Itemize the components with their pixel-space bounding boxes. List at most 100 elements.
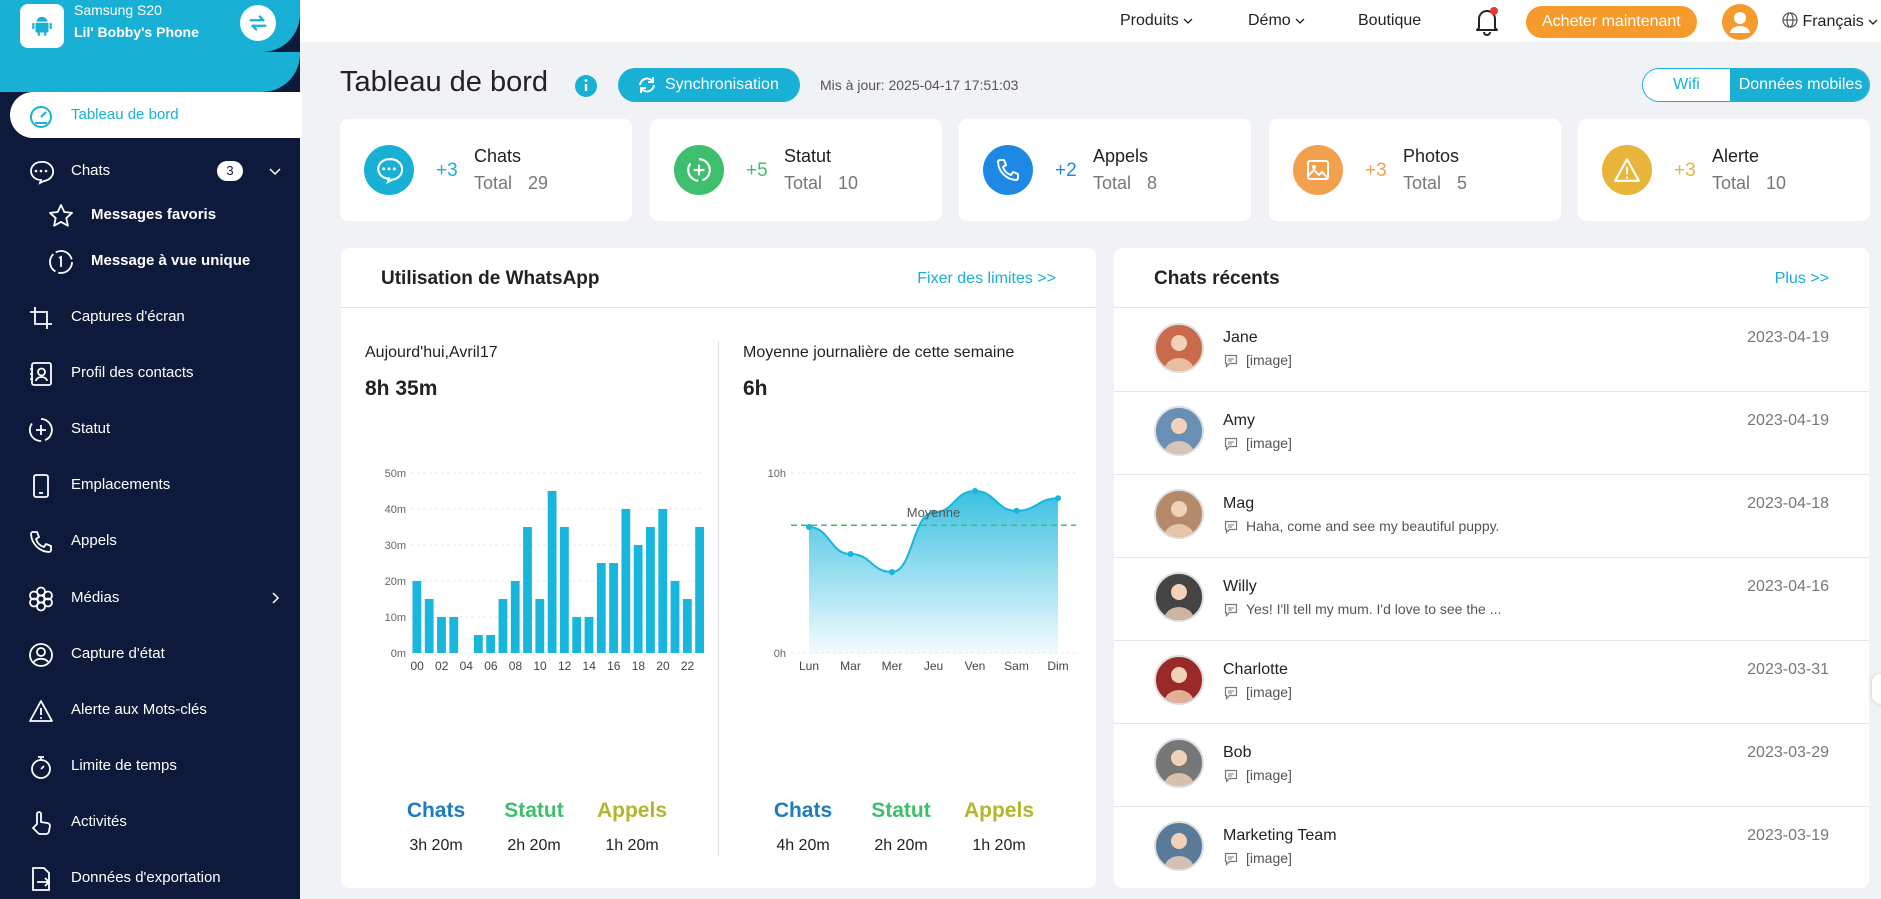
sidebar-item-locations[interactable]: Emplacements	[0, 462, 300, 508]
sidebar-item-dashboard[interactable]: Tableau de bord	[0, 92, 300, 138]
bar	[486, 635, 496, 653]
message-icon	[1224, 769, 1238, 783]
stat-card-status[interactable]: +5 Statut Total 10	[650, 119, 942, 221]
nav-shop[interactable]: Boutique	[1358, 12, 1421, 30]
contact-name: Jane	[1223, 329, 1258, 346]
nav-products[interactable]: Produits	[1120, 12, 1193, 30]
recent-chat-row[interactable]: Marketing Team [image] 2023-03-19	[1114, 807, 1869, 888]
info-icon[interactable]	[574, 74, 598, 98]
sidebar-item-keyword-alert[interactable]: Alerte aux Mots-clés	[0, 687, 300, 733]
recent-chat-row[interactable]: Willy Yes! I'll tell my mum. I'd love to …	[1114, 558, 1869, 641]
stat-card-photos[interactable]: +3 Photos Total 5	[1269, 119, 1561, 221]
data-point	[1055, 495, 1061, 502]
sidebar-item-view-once[interactable]: Message à vue unique	[0, 241, 300, 281]
stat-total-value: 5	[1457, 173, 1468, 193]
sidebar-item-media[interactable]: Médias	[0, 575, 300, 621]
last-message: [image]	[1246, 684, 1292, 700]
stat-card-chats[interactable]: +3 Chats Total 29	[340, 119, 632, 221]
stat-total-label: Total	[1093, 173, 1132, 193]
switch-device-icon[interactable]	[240, 5, 276, 41]
notification-bell-icon[interactable]	[1474, 6, 1500, 36]
x-tick-label: 12	[558, 659, 572, 673]
network-toggle: Wifi Données mobiles	[1642, 68, 1870, 102]
recent-chat-row[interactable]: Amy [image] 2023-04-19	[1114, 392, 1869, 475]
avatar	[1154, 572, 1204, 622]
bar	[658, 509, 668, 653]
device-header-strip	[0, 52, 300, 92]
more-link[interactable]: Plus >>	[1775, 270, 1829, 288]
status-icon	[29, 418, 53, 442]
message-date: 2023-03-29	[1747, 744, 1829, 761]
x-tick-label: Jeu	[924, 659, 943, 673]
last-message: Yes! I'll tell my mum. I'd love to see t…	[1246, 601, 1502, 617]
recent-chat-row[interactable]: Mag Haha, come and see my beautiful puppy…	[1114, 475, 1869, 558]
stat-total-label: Total	[784, 173, 823, 193]
wifi-option[interactable]: Wifi	[1643, 69, 1730, 101]
sidebar-item-activities[interactable]: Activités	[0, 799, 300, 845]
bar	[535, 599, 545, 653]
nav-demo[interactable]: Démo	[1248, 12, 1305, 30]
stat-card-calls[interactable]: +2 Appels Total 8	[959, 119, 1251, 221]
mobile-data-option[interactable]: Données mobiles	[1730, 69, 1869, 101]
bar	[547, 491, 557, 653]
sidebar-item-chats[interactable]: Chats 3	[0, 148, 300, 194]
stat-name: Appels	[1093, 146, 1149, 166]
buy-now-button[interactable]: Acheter maintenant	[1526, 6, 1697, 38]
chevron-right-icon[interactable]	[268, 591, 282, 605]
panel-title: Utilisation de WhatsApp	[381, 268, 600, 289]
last-message: [image]	[1246, 767, 1292, 783]
language-selector[interactable]: Français	[1782, 12, 1878, 31]
set-limits-link[interactable]: Fixer des limites >>	[917, 270, 1056, 288]
stat-delta: +3	[1365, 160, 1387, 181]
sync-button[interactable]: Synchronisation	[618, 68, 800, 102]
recent-chat-row[interactable]: Bob [image] 2023-03-29	[1114, 724, 1869, 807]
last-message: Haha, come and see my beautiful puppy.	[1246, 518, 1500, 534]
bar	[412, 581, 422, 653]
image-icon	[1293, 145, 1343, 195]
user-avatar-icon[interactable]	[1722, 4, 1758, 40]
bar	[596, 563, 606, 653]
message-icon	[1224, 437, 1238, 451]
contact-name: Amy	[1223, 412, 1255, 429]
x-tick-label: Dim	[1047, 659, 1068, 673]
sidebar-item-favorites[interactable]: Messages favoris	[0, 195, 300, 235]
sidebar-item-state-capture[interactable]: Capture d'état	[0, 631, 300, 677]
bar	[510, 581, 520, 653]
chat-bubble-icon	[364, 145, 414, 195]
sidebar-item-status[interactable]: Statut	[0, 406, 300, 452]
export-icon	[32, 867, 51, 891]
avatar	[1154, 323, 1204, 373]
stat-total-label: Total	[1403, 173, 1442, 193]
sidebar-item-label: Emplacements	[71, 476, 171, 493]
stat-total-value: 29	[528, 173, 549, 193]
legend-chats-label: Chats	[406, 799, 466, 822]
x-tick-label: Ven	[965, 659, 986, 673]
x-tick-label: 08	[509, 659, 523, 673]
avatar	[1154, 821, 1204, 871]
last-message: [image]	[1246, 850, 1292, 866]
sidebar-item-time-limit[interactable]: Limite de temps	[0, 743, 300, 789]
stat-card-alerts[interactable]: +3 Alerte Total 10	[1578, 119, 1870, 221]
sidebar-item-label: Profil des contacts	[71, 364, 194, 381]
dashboard-gauge-icon	[30, 106, 52, 128]
recent-chat-row[interactable]: Jane [image] 2023-04-19	[1114, 309, 1869, 392]
chevron-down-icon[interactable]	[268, 164, 282, 178]
week-average-value: 6h	[743, 377, 768, 400]
crop-icon	[30, 307, 52, 329]
x-tick-label: 06	[484, 659, 498, 673]
bar	[621, 509, 631, 653]
scroll-handle[interactable]	[1872, 674, 1881, 704]
bar	[498, 599, 508, 653]
sidebar-item-screenshots[interactable]: Captures d'écran	[0, 294, 300, 340]
message-date: 2023-04-16	[1747, 578, 1829, 595]
sidebar-item-export[interactable]: Données d'exportation	[0, 855, 300, 899]
avatar	[1154, 406, 1204, 456]
sidebar-item-calls[interactable]: Appels	[0, 518, 300, 564]
last-updated: Mis à jour: 2025-04-17 17:51:03	[820, 77, 1019, 93]
panel-header: Chats récents Plus >>	[1114, 248, 1869, 308]
phone-icon	[983, 145, 1033, 195]
sidebar-item-contacts[interactable]: Profil des contacts	[0, 350, 300, 396]
globe-icon	[1782, 12, 1798, 28]
sidebar-item-label: Captures d'écran	[71, 308, 185, 325]
recent-chat-row[interactable]: Charlotte [image] 2023-03-31	[1114, 641, 1869, 724]
